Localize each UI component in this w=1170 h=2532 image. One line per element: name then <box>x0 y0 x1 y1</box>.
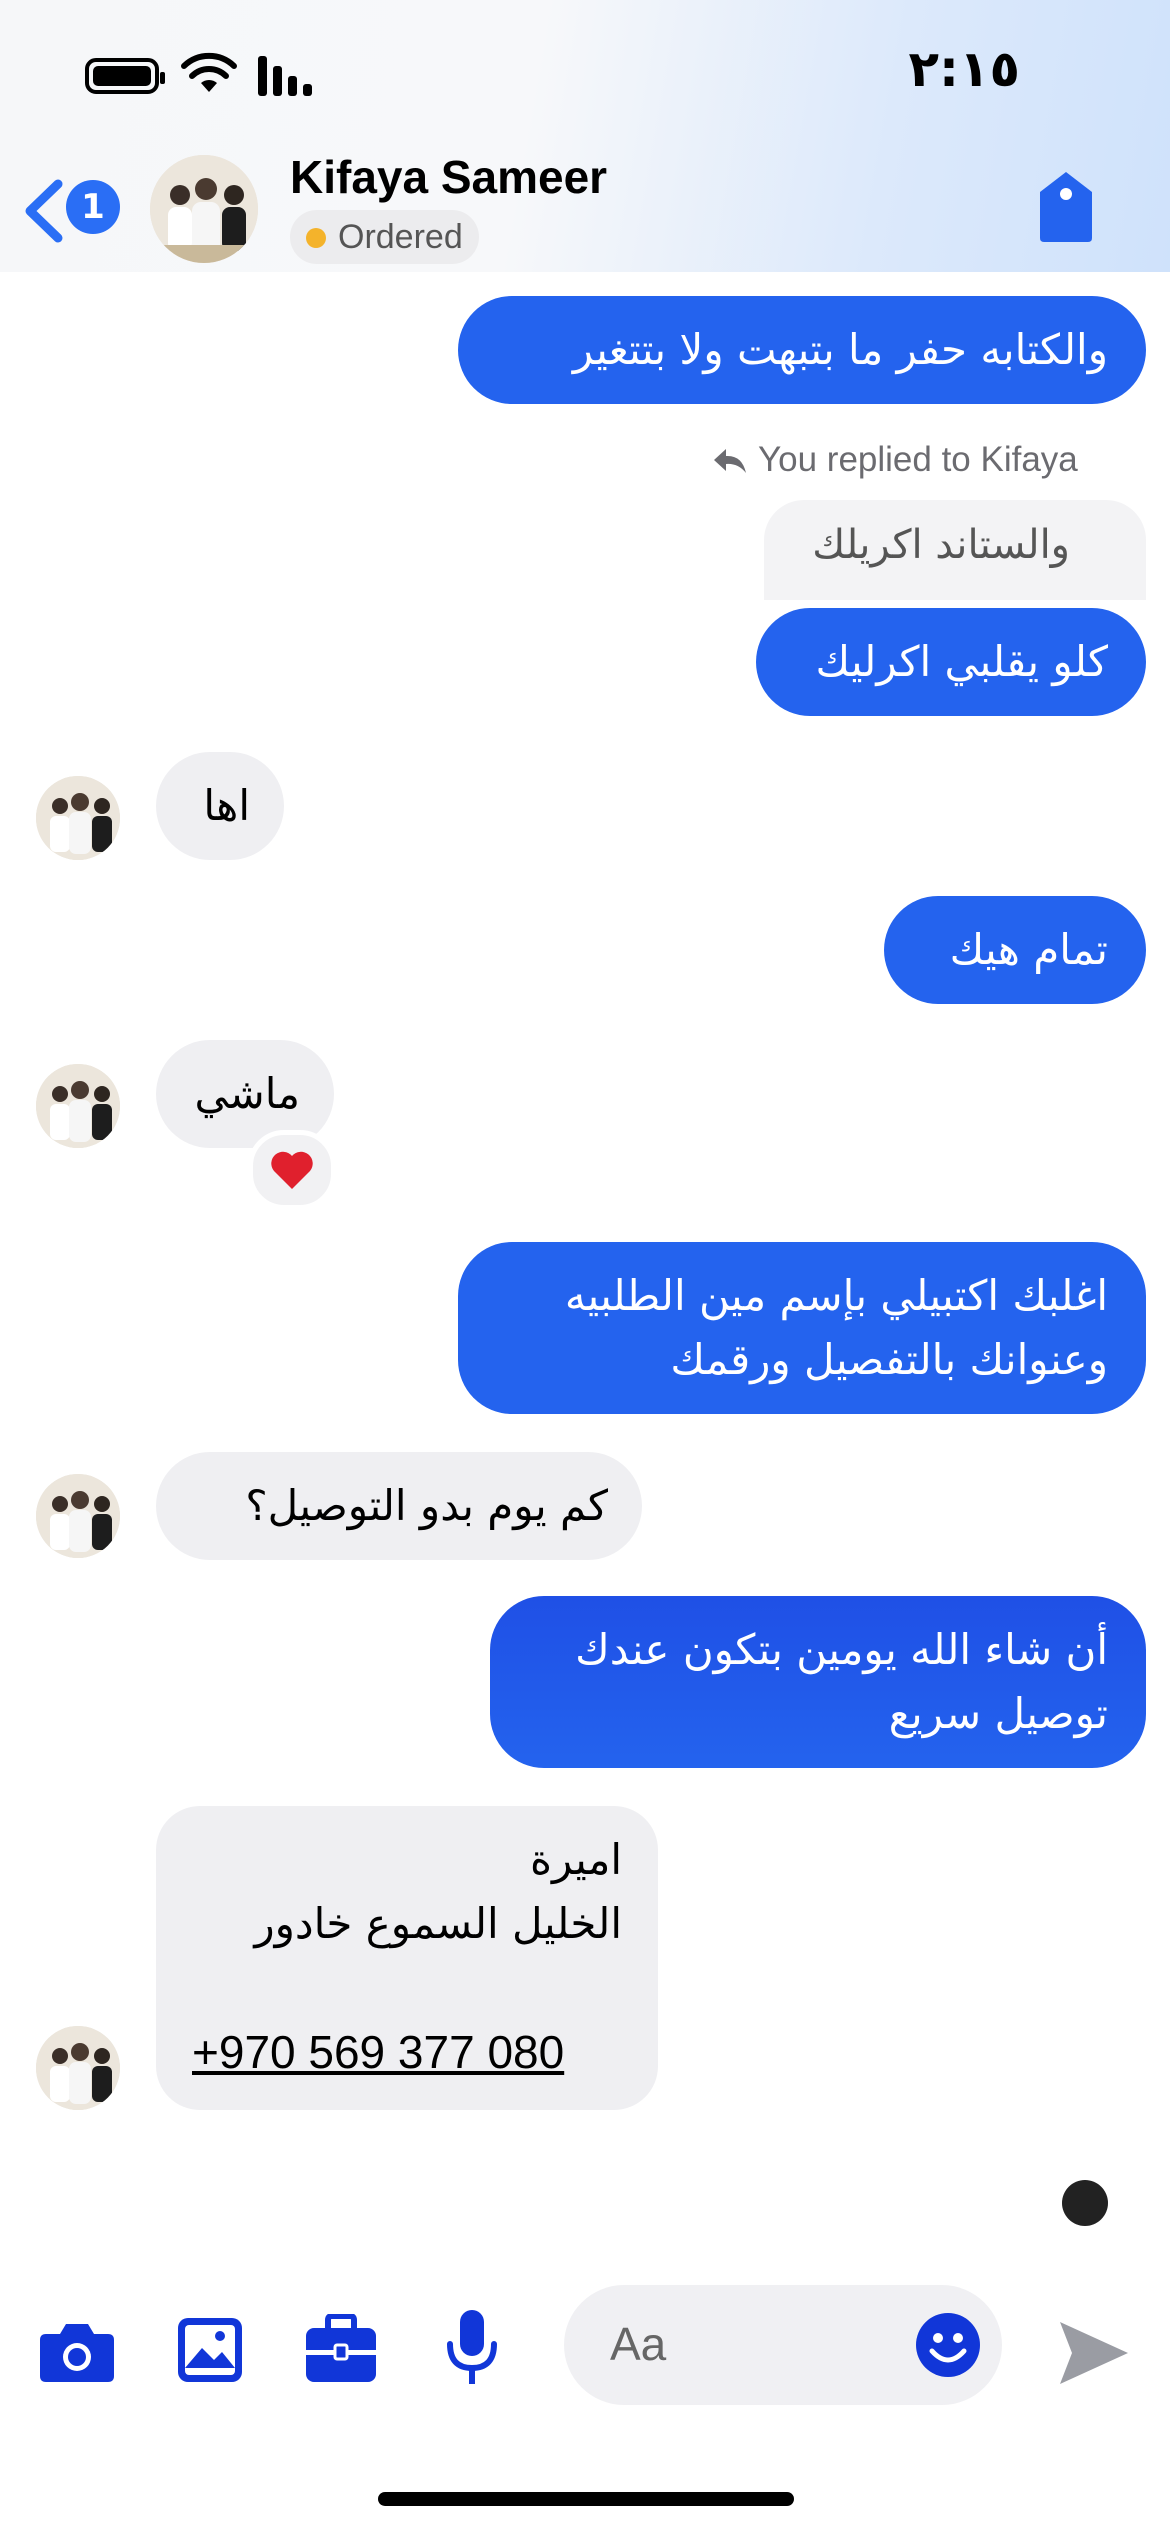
wifi-icon <box>181 52 237 92</box>
order-status-label: Ordered <box>338 218 463 256</box>
sender-avatar[interactable] <box>36 2026 120 2110</box>
back-chevron-icon[interactable] <box>20 178 66 244</box>
sender-avatar[interactable] <box>36 1474 120 1558</box>
outgoing-message[interactable]: والكتابه حفر ما بتبهت ولا بتتغير <box>458 296 1146 404</box>
status-bar: ٢:١٥ <box>0 0 1170 150</box>
address-name: اميرة <box>529 1835 622 1884</box>
briefcase-icon[interactable] <box>304 2314 378 2384</box>
incoming-message[interactable]: كم يوم بدو التوصيل؟ <box>156 1452 642 1560</box>
incoming-message[interactable]: اميرة الخليل السموع خادور +970 569 377 0… <box>156 1806 658 2110</box>
reaction-badge[interactable] <box>248 1130 336 1210</box>
home-indicator <box>378 2492 794 2506</box>
contact-avatar[interactable] <box>150 155 258 263</box>
sender-avatar[interactable] <box>36 1064 120 1148</box>
clock: ٢:١٥ <box>908 40 1020 98</box>
battery-icon <box>85 58 165 94</box>
incoming-message[interactable]: اها <box>156 752 284 860</box>
sender-avatar[interactable] <box>36 776 120 860</box>
send-icon[interactable] <box>1058 2320 1130 2386</box>
chat-header: 1 Kifaya Sameer Ordered <box>0 150 1170 272</box>
reply-note-text: You replied to Kifaya <box>758 440 1078 479</box>
phone-link[interactable]: +970 569 377 080 <box>192 2020 622 2084</box>
contact-name[interactable]: Kifaya Sameer <box>290 150 607 204</box>
microphone-icon[interactable] <box>444 2308 500 2390</box>
message-input[interactable]: Aa <box>564 2285 1002 2405</box>
outgoing-message[interactable]: كلو يقلبي اكرليك <box>756 608 1146 716</box>
status-dot <box>306 228 326 248</box>
address-location: الخليل السموع خادور <box>254 1899 622 1948</box>
unread-count-badge[interactable]: 1 <box>66 180 120 234</box>
heart-icon <box>271 1151 313 1189</box>
reply-indicator: You replied to Kifaya <box>712 440 1078 480</box>
outgoing-message[interactable]: تمام هيك <box>884 896 1146 1004</box>
gallery-icon[interactable] <box>176 2316 244 2384</box>
signal-icon <box>258 56 312 96</box>
reply-arrow-icon <box>714 449 746 473</box>
message-composer: Aa <box>0 2270 1170 2420</box>
quoted-message[interactable]: والستاند اكريلك <box>764 500 1146 600</box>
message-input-placeholder: Aa <box>610 2318 667 2370</box>
tag-icon[interactable] <box>1036 170 1096 244</box>
outgoing-message[interactable]: اغلبك اكتبيلي بإسم مين الطلبيه وعنوانك ب… <box>458 1242 1146 1414</box>
order-status-badge[interactable]: Ordered <box>290 210 479 264</box>
emoji-icon[interactable] <box>914 2311 982 2379</box>
read-receipt-avatar <box>1062 2180 1108 2226</box>
outgoing-message[interactable]: أن شاء الله يومين بتكون عندك توصيل سريع <box>490 1596 1146 1768</box>
camera-icon[interactable] <box>38 2320 116 2384</box>
